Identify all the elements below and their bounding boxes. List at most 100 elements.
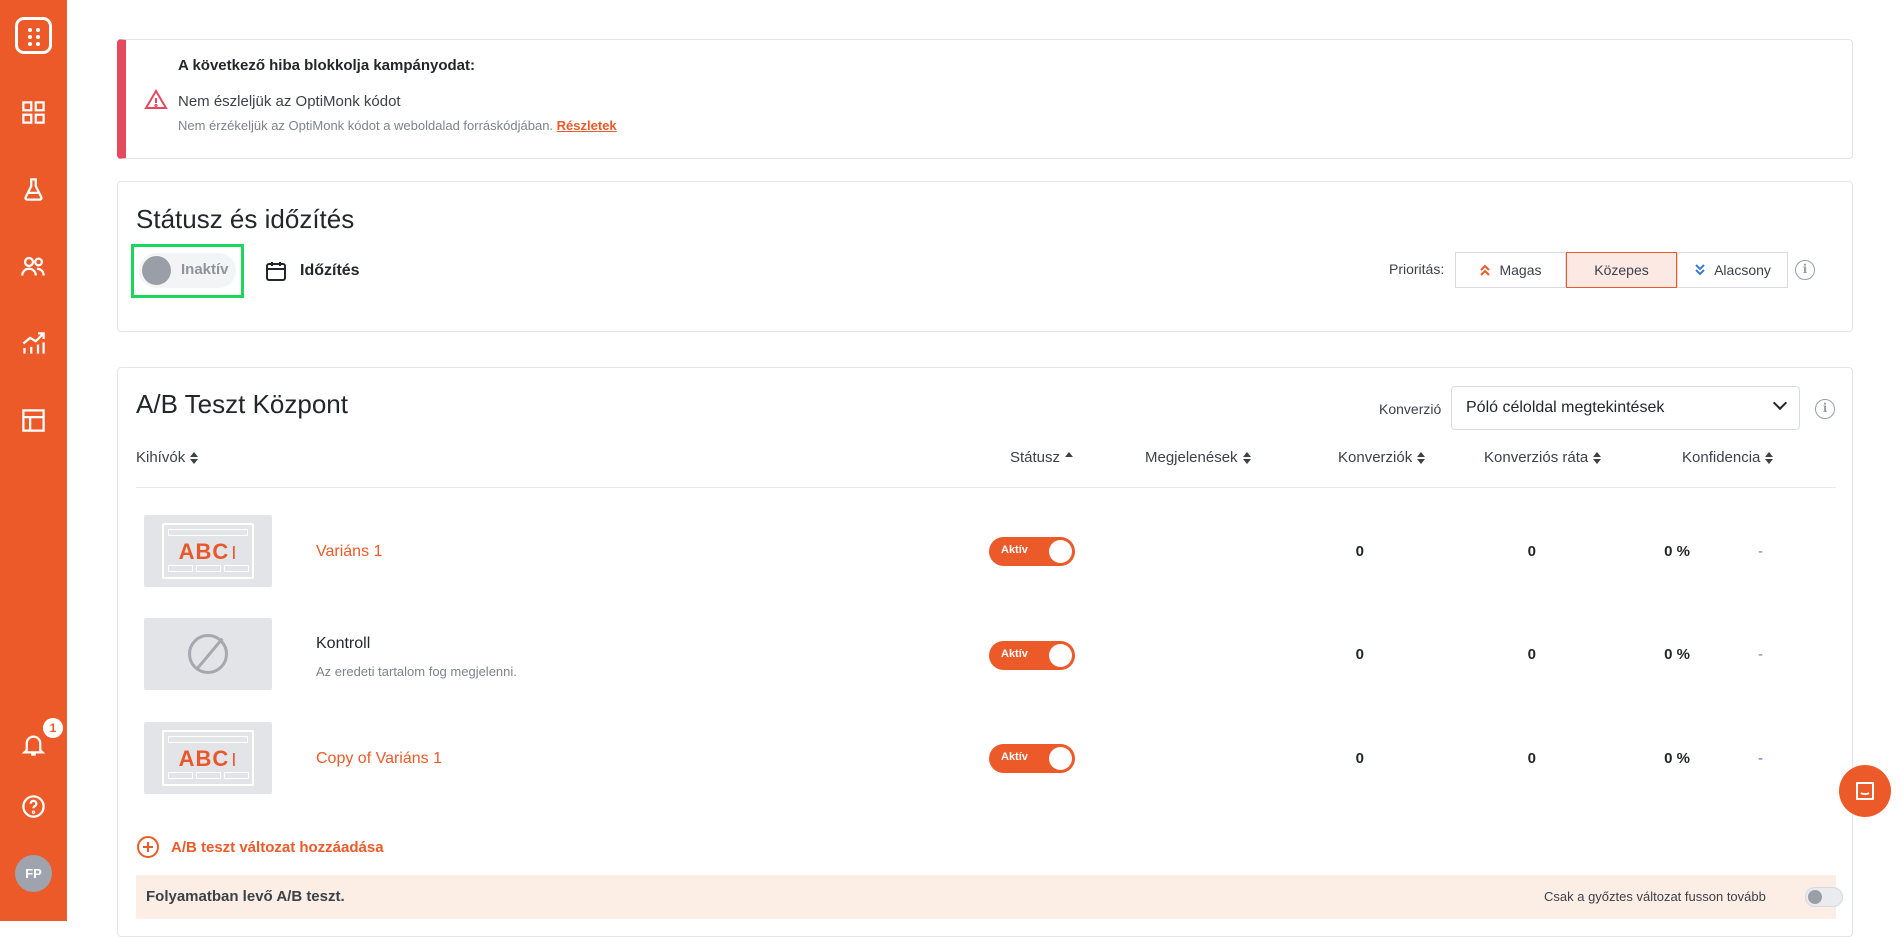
thumbnail-text: ABC I <box>178 539 238 564</box>
variant-status-toggle[interactable]: Aktív <box>989 744 1075 773</box>
sort-icon <box>1765 451 1774 464</box>
sort-icon <box>190 451 199 464</box>
avatar[interactable]: FP <box>15 855 52 892</box>
conversion-info-icon[interactable]: i <box>1815 399 1835 419</box>
calendar-icon <box>266 262 286 281</box>
control-name: Kontroll <box>316 635 371 652</box>
ab-test-card: A/B Teszt Központ Konverzió Póló célolda… <box>117 367 1853 937</box>
status-toggle[interactable]: Inaktív <box>139 253 236 288</box>
chat-button[interactable] <box>1839 765 1891 817</box>
analytics-icon[interactable] <box>20 330 47 357</box>
status-toggle-label: Inaktív <box>181 261 229 278</box>
details-link[interactable]: Részletek <box>557 118 617 133</box>
notification-badge: 1 <box>43 718 63 738</box>
column-challengers-label: Kihívók <box>136 449 186 466</box>
priority-low-button[interactable]: Alacsony <box>1677 252 1788 288</box>
column-challengers[interactable]: Kihívók <box>136 449 199 466</box>
help-icon[interactable] <box>20 793 47 820</box>
table-row: Kontroll Az eredeti tartalom fog megjele… <box>118 618 1852 722</box>
thumbnail-screen: ABC I <box>162 730 254 786</box>
toggle-knob <box>1049 540 1072 563</box>
conversion-select[interactable]: Póló céloldal megtekintések <box>1451 386 1800 430</box>
priority-label: Prioritás: <box>1389 261 1445 277</box>
confidence-value: - <box>1758 543 1763 560</box>
priority-high-label: Magas <box>1499 262 1542 278</box>
priority-medium-button[interactable]: Közepes <box>1566 252 1677 288</box>
column-confidence[interactable]: Konfidencia <box>1682 449 1774 466</box>
thumbnail-bars <box>168 772 249 779</box>
variant-status-label: Aktív <box>1001 751 1028 763</box>
flask-icon[interactable] <box>20 176 47 203</box>
thumbnail-bars <box>168 565 249 572</box>
timing-button[interactable]: Időzítés <box>264 259 360 283</box>
status-toggle-highlight: Inaktív <box>131 244 244 298</box>
column-conversions[interactable]: Konverziók <box>1338 449 1426 466</box>
alert-description-text: Nem érzékeljük az OptiMonk kódot a webol… <box>178 118 554 133</box>
impressions-value: 0 <box>1355 646 1364 663</box>
thumbnail-topbar <box>168 736 248 743</box>
alert-message: Nem észleljük az OptiMonk kódot <box>178 93 401 110</box>
sort-icon <box>1417 451 1426 464</box>
table-row: ABC I Copy of Variáns 1 Aktív 0 0 0 % - <box>118 722 1852 826</box>
toggle-knob <box>1049 747 1072 770</box>
column-conversions-label: Konverziók <box>1338 449 1413 466</box>
conversions-value: 0 <box>1527 646 1536 663</box>
running-test-text: Folyamatban levő A/B teszt. <box>146 888 345 905</box>
warning-icon <box>144 89 168 109</box>
priority-selector: Magas Közepes Alacsony <box>1455 252 1788 288</box>
variant-status-toggle[interactable]: Aktív <box>989 641 1075 670</box>
conversion-select-value: Póló céloldal megtekintések <box>1466 399 1665 416</box>
winner-only-toggle[interactable] <box>1805 887 1843 907</box>
chevrons-down-icon <box>1695 264 1705 276</box>
alert-title: A következő hiba blokkolja kampányodat: <box>178 57 476 74</box>
thumbnail-topbar <box>168 529 248 536</box>
conversion-rate-value: 0 % <box>1664 750 1690 767</box>
sidebar: 1 FP <box>0 0 67 921</box>
priority-info-icon[interactable]: i <box>1795 260 1815 280</box>
control-description: Az eredeti tartalom fog megjelenni. <box>316 664 517 679</box>
alert-description: Nem érzékeljük az OptiMonk kódot a webol… <box>178 118 617 133</box>
add-variant-label: A/B teszt változat hozzáadása <box>171 838 384 856</box>
column-conversion-rate[interactable]: Konverziós ráta <box>1484 449 1602 466</box>
priority-high-button[interactable]: Magas <box>1455 252 1566 288</box>
ban-icon <box>188 634 228 674</box>
ab-test-title: A/B Teszt Központ <box>136 389 348 419</box>
control-thumbnail[interactable] <box>144 618 272 690</box>
chevron-down-icon <box>1772 395 1788 411</box>
app-logo[interactable] <box>15 17 52 54</box>
confidence-value: - <box>1758 646 1763 663</box>
variant-name-link[interactable]: Variáns 1 <box>316 543 382 561</box>
status-title: Státusz és időzítés <box>136 204 355 234</box>
column-impressions[interactable]: Megjelenések <box>1145 449 1251 466</box>
variant-thumbnail[interactable]: ABC I <box>144 515 272 587</box>
variant-status-label: Aktív <box>1001 544 1028 556</box>
toggle-knob <box>142 256 171 285</box>
toggle-knob <box>1049 644 1072 667</box>
thumbnail-text: ABC I <box>178 746 238 771</box>
users-icon[interactable] <box>20 253 47 280</box>
priority-medium-label: Közepes <box>1594 262 1649 278</box>
bell-icon[interactable] <box>20 731 47 758</box>
status-card: Státusz és időzítés Inaktív Időzítés Pri… <box>117 181 1853 332</box>
sort-icon <box>1593 451 1602 464</box>
impressions-value: 0 <box>1355 750 1364 767</box>
column-impressions-label: Megjelenések <box>1145 449 1238 466</box>
sort-asc-icon <box>1065 451 1074 464</box>
plus-circle-icon <box>137 836 159 858</box>
winner-only-label: Csak a győztes változat fusson tovább <box>1544 889 1766 904</box>
dashboard-icon[interactable] <box>20 99 47 126</box>
add-variant-button[interactable]: A/B teszt változat hozzáadása <box>137 836 384 858</box>
variant-name-link[interactable]: Copy of Variáns 1 <box>316 750 442 768</box>
column-status[interactable]: Státusz <box>1010 449 1074 466</box>
column-status-label: Státusz <box>1010 449 1061 466</box>
thumbnail-screen: ABC I <box>162 523 254 579</box>
variant-status-toggle[interactable]: Aktív <box>989 537 1075 566</box>
variant-status-label: Aktív <box>1001 648 1028 660</box>
impressions-value: 0 <box>1355 543 1364 560</box>
confidence-value: - <box>1758 750 1763 767</box>
variant-thumbnail[interactable]: ABC I <box>144 722 272 794</box>
layout-icon[interactable] <box>20 407 47 434</box>
conversions-value: 0 <box>1527 543 1536 560</box>
header-divider <box>136 487 1836 488</box>
toggle-knob <box>1808 890 1822 904</box>
